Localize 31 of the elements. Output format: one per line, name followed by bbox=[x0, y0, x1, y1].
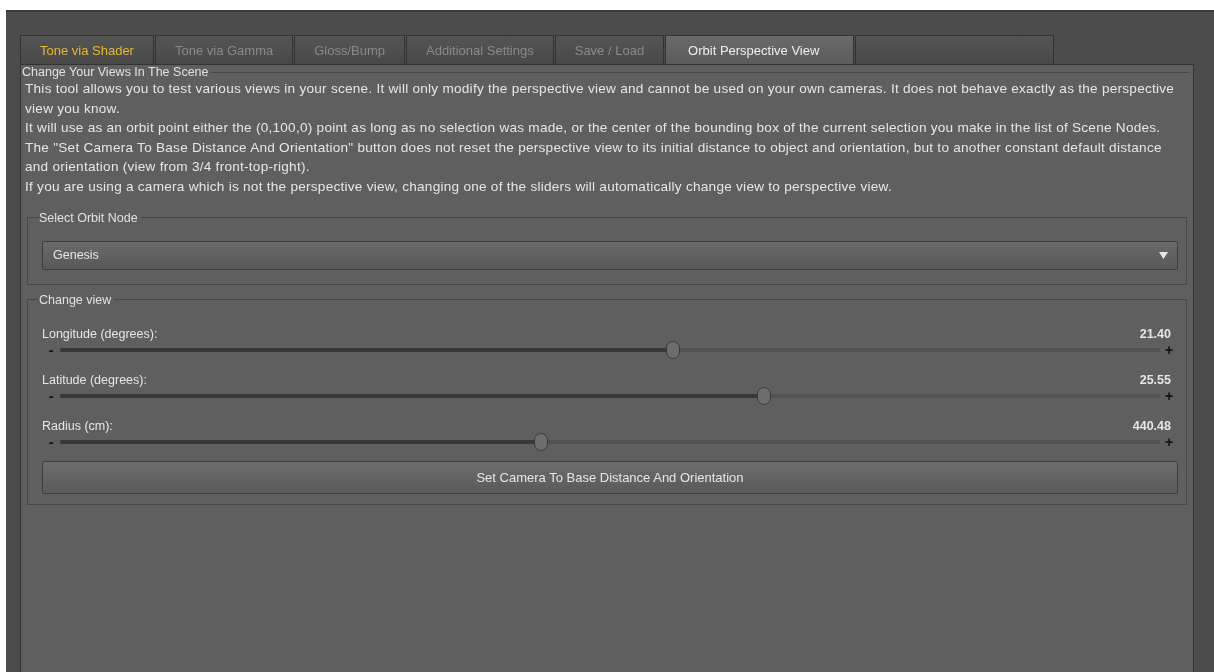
decrease-button[interactable]: - bbox=[42, 387, 60, 404]
group-title: Select Orbit Node bbox=[39, 210, 139, 225]
slider-label: Latitude (degrees): bbox=[42, 372, 147, 387]
dropdown-arrow-icon bbox=[1159, 251, 1168, 259]
description-text: The "Set Camera To Base Distance And Orientation" button does not reset the perspective view to its initial distance to object and orientation, but to another constant default distance and orientation (view from 3/4 front-top-right). bbox=[25, 138, 1163, 177]
slider-value: 440.48 bbox=[1132, 418, 1172, 433]
tab[interactable]: Gloss/Bump bbox=[294, 35, 406, 64]
orbit-node-dropdown[interactable]: Genesis bbox=[42, 240, 1178, 270]
increase-button[interactable]: + bbox=[1160, 433, 1178, 450]
decrease-button[interactable]: - bbox=[42, 341, 60, 358]
slider-value: 25.55 bbox=[1139, 372, 1172, 387]
slider-label: Longitude (degrees): bbox=[42, 326, 158, 341]
slider-thumb[interactable] bbox=[665, 340, 680, 359]
decrease-button[interactable]: - bbox=[42, 433, 60, 450]
group-title: Change Your Views In The Scene bbox=[22, 65, 210, 79]
slider-label: Radius (cm): bbox=[42, 418, 113, 433]
description-text: If you are using a camera which is not the perspective view, changing one of the sliders will automatically change view to perspective view. bbox=[25, 177, 893, 196]
slider-thumb[interactable] bbox=[534, 432, 549, 451]
tab[interactable]: Tone via Gamma bbox=[154, 35, 294, 64]
description-text: It will use as an orbit point either the (0,100,0) point as long as no selection was made, or the center of the bounding box of the current selection you make in the list of Scene Nodes. bbox=[25, 119, 1162, 138]
group-title: Change view bbox=[39, 292, 113, 307]
tab[interactable]: Save / Load bbox=[554, 35, 665, 64]
increase-button[interactable]: + bbox=[1160, 387, 1178, 404]
set-camera-button[interactable]: Set Camera To Base Distance And Orientation bbox=[42, 460, 1178, 494]
tab[interactable]: Tone via Shader bbox=[20, 35, 154, 64]
slider-value: 21.40 bbox=[1139, 326, 1172, 341]
tab[interactable]: Orbit Perspective View bbox=[665, 35, 855, 64]
slider-thumb[interactable] bbox=[757, 386, 771, 405]
increase-button[interactable]: + bbox=[1160, 341, 1178, 358]
tab[interactable]: Additional Settings bbox=[406, 35, 554, 64]
description-text: This tool allows you to test various views in your scene. It will only modify the perspective view and cannot be used on your own cameras. It does not behave exactly as the perspective view you know. bbox=[25, 80, 1176, 118]
